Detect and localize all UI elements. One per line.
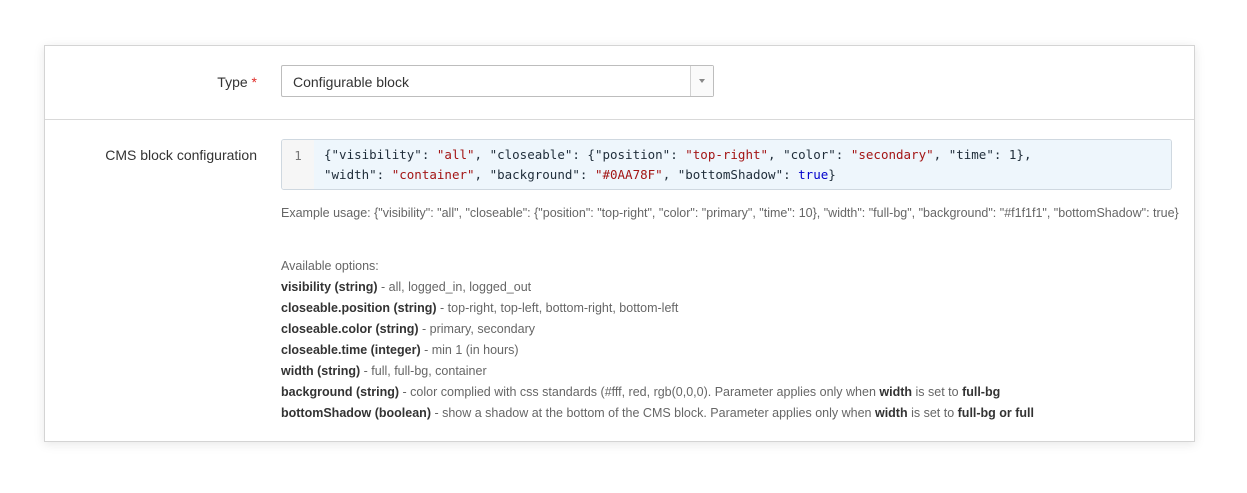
code-area[interactable]: {"visibility": "all", "closeable": {"pos… [314, 140, 1171, 189]
chevron-down-icon [699, 79, 705, 83]
cms-block-form: Type * Configurable block CMS block conf… [44, 45, 1195, 442]
line-number-gutter: 1 [282, 140, 315, 189]
required-mark: * [251, 74, 257, 90]
option-line: width (string) - full, full-bg, containe… [281, 364, 487, 378]
available-options-note: Available options: visibility (string) -… [281, 256, 1181, 424]
config-row: CMS block configuration 1 {"visibility":… [45, 120, 1194, 441]
example-usage-note: Example usage: {"visibility": "all", "cl… [281, 206, 1179, 220]
dropdown-button[interactable] [690, 66, 713, 96]
option-line-bottom-shadow: bottomShadow (boolean) - show a shadow a… [281, 406, 1035, 420]
available-options-title: Available options: [281, 259, 379, 273]
type-row: Type * Configurable block [45, 46, 1194, 120]
config-label: CMS block configuration [105, 147, 257, 163]
config-code-editor[interactable]: 1 {"visibility": "all", "closeable": {"p… [281, 139, 1172, 190]
type-select[interactable]: Configurable block [281, 65, 714, 97]
line-number: 1 [294, 148, 302, 163]
code-line-2: "width": "container", "background": "#0A… [324, 167, 836, 182]
option-line-background: background (string) - color complied wit… [281, 385, 1001, 399]
option-line: closeable.position (string) - top-right,… [281, 301, 679, 315]
type-label: Type * [217, 74, 257, 90]
option-line: visibility (string) - all, logged_in, lo… [281, 280, 532, 294]
option-line: closeable.color (string) - primary, seco… [281, 322, 535, 336]
type-select-value: Configurable block [293, 74, 409, 90]
code-line-1: {"visibility": "all", "closeable": {"pos… [324, 147, 1032, 162]
option-line: closeable.time (integer) - min 1 (in hou… [281, 343, 519, 357]
